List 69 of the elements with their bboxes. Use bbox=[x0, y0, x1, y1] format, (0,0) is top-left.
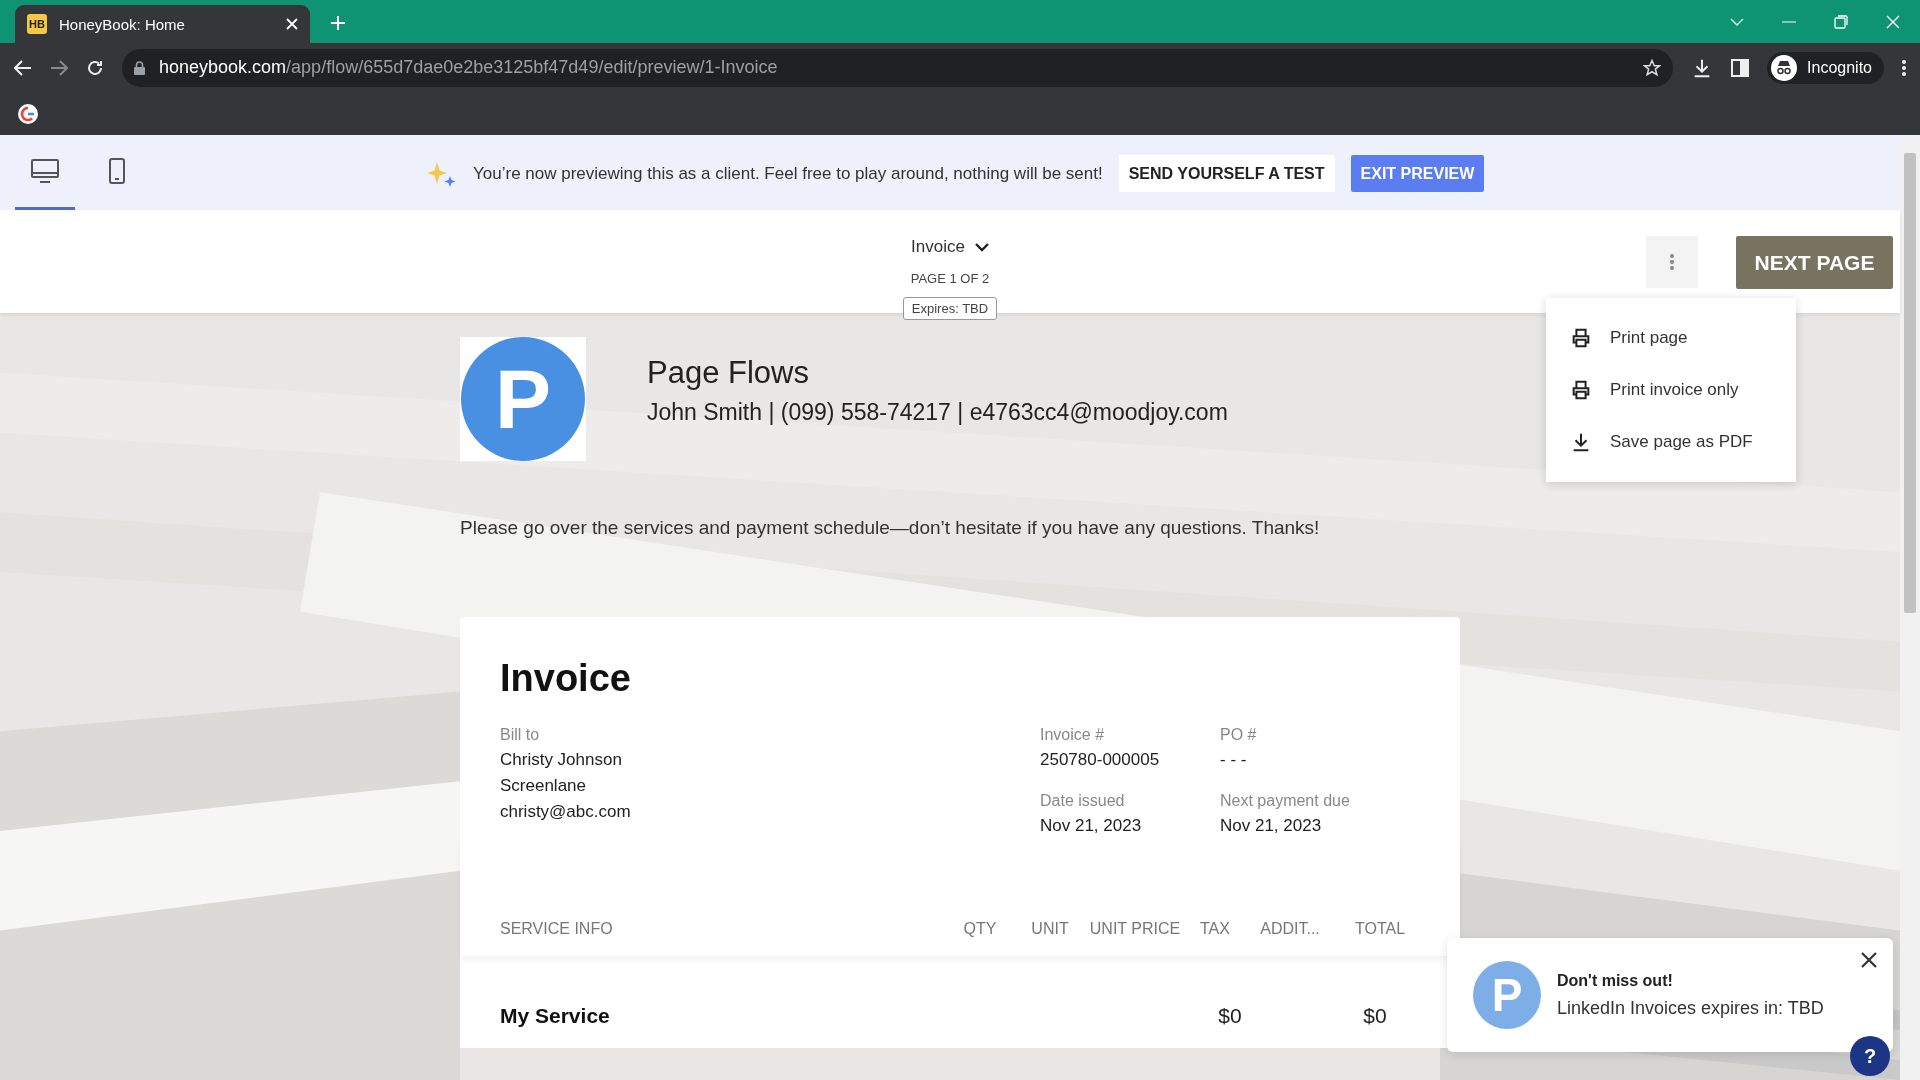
column-header: ADDIT... bbox=[1259, 920, 1321, 938]
invoice-title: Invoice bbox=[500, 657, 632, 700]
field-value: 250780-000005 bbox=[1040, 750, 1161, 770]
close-icon[interactable] bbox=[286, 18, 298, 30]
bill-to-line: Christy Johnson bbox=[500, 750, 623, 770]
company-logo: P bbox=[1473, 961, 1541, 1029]
reload-icon[interactable] bbox=[86, 58, 104, 77]
field-value: Nov 21, 2023 bbox=[1040, 816, 1143, 836]
expiry-badge: Expires: TBD bbox=[902, 297, 998, 320]
column-header: TAX bbox=[1199, 920, 1231, 938]
side-panel-icon[interactable] bbox=[1731, 58, 1750, 77]
forward-icon[interactable] bbox=[50, 59, 68, 76]
more-icon bbox=[1670, 254, 1674, 270]
chevron-down-icon bbox=[974, 242, 989, 252]
scrollbar[interactable] bbox=[1900, 135, 1920, 1080]
field-value: - - - bbox=[1220, 750, 1248, 770]
page-selector[interactable]: Invoice bbox=[911, 237, 989, 257]
site-logo: HB bbox=[27, 14, 47, 34]
field-label: Next payment due bbox=[1220, 792, 1351, 810]
tab-title: HoneyBook: Home bbox=[59, 15, 186, 33]
column-header: SERVICE INFO bbox=[500, 920, 614, 938]
preview-message: You’re now previewing this as a client. Feel free to play around, nothing will be sent! bbox=[473, 163, 1103, 184]
exit-preview-button[interactable]: EXIT PREVIEW bbox=[1350, 155, 1485, 192]
browser-tab[interactable]: HB HoneyBook: Home bbox=[15, 5, 310, 43]
profile-chip[interactable]: Incognito bbox=[1767, 51, 1884, 84]
restore-icon[interactable] bbox=[1834, 14, 1848, 29]
page-indicator: PAGE 1 OF 2 bbox=[910, 271, 990, 286]
company-logo: P bbox=[460, 337, 586, 461]
menu-item[interactable]: Print page bbox=[1546, 312, 1796, 364]
phone-icon bbox=[109, 158, 125, 184]
printer-icon bbox=[1570, 327, 1592, 349]
star-icon[interactable] bbox=[1643, 58, 1662, 77]
field-label: Date issued bbox=[1040, 792, 1126, 810]
close-icon bbox=[1861, 952, 1877, 968]
url-text: honeybook.com/app/flow/655d7dae0e2be3125bf47d49/edit/preview/1-Invoice bbox=[159, 57, 778, 78]
field-label: Bill to bbox=[500, 726, 541, 744]
google-icon[interactable] bbox=[18, 103, 38, 124]
profile-name: Incognito bbox=[1807, 58, 1872, 77]
intro-message: Please go over the services and payment schedule—don’t hesitate if you have any questions. Thanks! bbox=[460, 517, 1321, 539]
more-icon[interactable] bbox=[1902, 59, 1906, 76]
company-name: Page Flows bbox=[647, 355, 810, 391]
column-header: UNIT bbox=[1030, 920, 1070, 938]
line-total: $0 bbox=[1362, 1004, 1388, 1028]
address-bar[interactable]: honeybook.com/app/flow/655d7dae0e2be3125bf47d49/edit/preview/1-Invoice bbox=[122, 48, 1674, 87]
new-tab-icon[interactable] bbox=[330, 15, 346, 31]
chevron-down-icon[interactable] bbox=[1730, 17, 1744, 26]
send-test-button[interactable]: SEND YOURSELF A TEST bbox=[1118, 155, 1335, 192]
menu-item[interactable]: Print invoice only bbox=[1546, 364, 1796, 416]
next-page-button[interactable]: NEXT PAGE bbox=[1736, 236, 1893, 289]
back-icon[interactable] bbox=[14, 59, 32, 76]
incognito-icon bbox=[1771, 54, 1798, 81]
column-header: TOTAL bbox=[1353, 920, 1407, 938]
close-button[interactable] bbox=[1861, 952, 1877, 968]
lock-icon bbox=[134, 60, 145, 75]
column-header: UNIT PRICE bbox=[1088, 920, 1182, 938]
toast-message: LinkedIn Invoices expires in: TBD bbox=[1557, 997, 1825, 1019]
monitor-icon bbox=[31, 159, 59, 183]
menu-item[interactable]: Save page as PDF bbox=[1546, 416, 1796, 468]
printer-icon bbox=[1570, 379, 1592, 401]
toast-title: Don't miss out! bbox=[1557, 971, 1674, 990]
unit-price: $0 bbox=[1217, 1004, 1243, 1028]
field-label: Invoice # bbox=[1040, 726, 1106, 744]
bill-to-line: christy@abc.com bbox=[500, 802, 632, 822]
column-header: QTY bbox=[962, 920, 998, 938]
field-label: PO # bbox=[1220, 726, 1258, 744]
service-name: My Service bbox=[500, 1004, 611, 1028]
bill-to-line: Screenlane bbox=[500, 776, 587, 796]
field-value: Nov 21, 2023 bbox=[1220, 816, 1323, 836]
company-contact: John Smith | (099) 558-74217 | e4763cc4@moodjoy.com bbox=[647, 399, 1228, 426]
